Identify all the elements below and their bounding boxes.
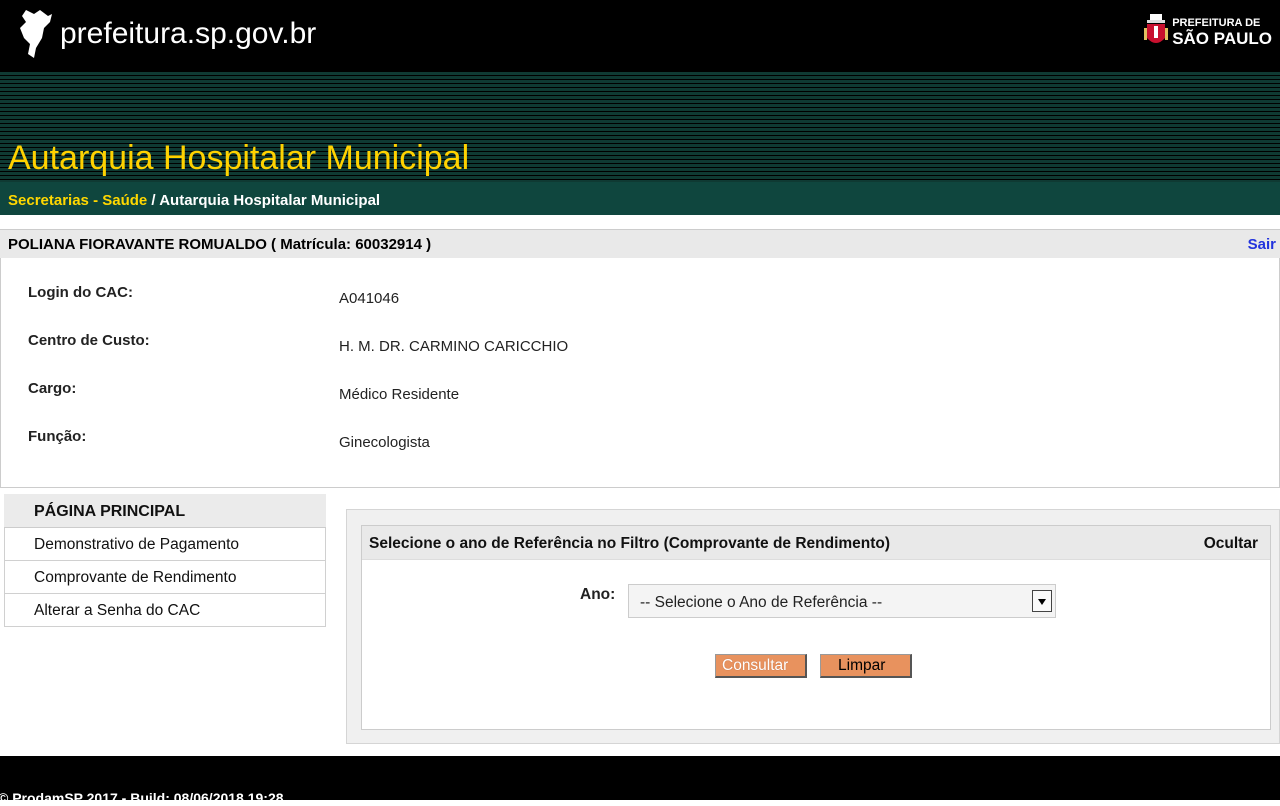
site-name: prefeitura.sp.gov.br — [60, 17, 317, 50]
city-name-line2: SÃO PAULO — [1172, 29, 1272, 48]
city-hall-logo[interactable]: PREFEITURA DE SÃO PAULO — [1144, 14, 1272, 48]
site-logo-link[interactable]: prefeitura.sp.gov.br — [18, 8, 316, 60]
info-label: Login do CAC: — [28, 284, 133, 301]
info-value: H. M. DR. CARMINO CARICCHIO — [339, 338, 569, 355]
dropdown-arrow-icon[interactable] — [1032, 590, 1052, 612]
info-value: Médico Residente — [339, 386, 460, 403]
info-row-role: Cargo: Médico Residente — [1, 380, 1280, 404]
info-label: Centro de Custo: — [28, 332, 150, 349]
sao-paulo-map-icon — [20, 10, 52, 58]
coat-of-arms-icon — [1144, 14, 1169, 43]
filter-header: Selecione o ano de Referência no Filtro … — [362, 526, 1270, 560]
clear-button[interactable]: Limpar — [820, 654, 912, 678]
info-value: Ginecologista — [339, 434, 430, 451]
year-select[interactable]: -- Selecione o Ano de Referência -- — [628, 584, 1056, 618]
main-content: Selecione o ano de Referência no Filtro … — [346, 509, 1280, 744]
year-label: Ano: — [580, 586, 616, 603]
info-label: Função: — [28, 428, 87, 445]
info-row-login: Login do CAC: A041046 — [1, 284, 1280, 308]
user-bar: POLIANA FIORAVANTE ROMUALDO ( Matrícula:… — [0, 229, 1280, 258]
menu-item-alterar-senha[interactable]: Alterar a Senha do CAC — [4, 594, 326, 627]
logout-link[interactable]: Sair — [1248, 236, 1276, 253]
breadcrumb-saude[interactable]: Saúde — [102, 192, 147, 209]
info-row-cost-center: Centro de Custo: H. M. DR. CARMINO CARIC… — [1, 332, 1280, 356]
user-info-panel: Login do CAC: A041046 Centro de Custo: H… — [0, 258, 1280, 488]
hide-filter-link[interactable]: Ocultar — [1204, 535, 1258, 553]
info-value: A041046 — [339, 290, 400, 307]
breadcrumb-separator: / — [147, 192, 160, 209]
menu-item-comprovante[interactable]: Comprovante de Rendimento — [4, 561, 326, 594]
footer-copyright: © ProdamSP 2017 - Build: 08/06/2018 19:2… — [0, 790, 284, 806]
consult-button[interactable]: Consultar — [715, 654, 807, 678]
top-header: prefeitura.sp.gov.br PREFEITURA DE SÃO P… — [0, 0, 1280, 72]
user-name: POLIANA FIORAVANTE ROMUALDO ( Matrícula:… — [8, 236, 432, 253]
info-row-function: Função: Ginecologista — [1, 428, 1280, 452]
side-menu: PÁGINA PRINCIPAL Demonstrativo de Pagame… — [4, 494, 326, 627]
menu-header[interactable]: PÁGINA PRINCIPAL — [4, 494, 326, 528]
breadcrumb-current: Autarquia Hospitalar Municipal — [159, 192, 381, 209]
filter-panel: Selecione o ano de Referência no Filtro … — [361, 525, 1271, 730]
page-banner: Autarquia Hospitalar Municipal — [0, 72, 1280, 182]
breadcrumb: Secretarias - Saúde / Autarquia Hospital… — [0, 182, 1280, 218]
page-title: Autarquia Hospitalar Municipal — [8, 139, 470, 177]
footer: © ProdamSP 2017 - Build: 08/06/2018 19:2… — [0, 756, 1280, 806]
breadcrumb-secretarias[interactable]: Secretarias — [8, 192, 89, 209]
filter-title: Selecione o ano de Referência no Filtro … — [369, 535, 891, 552]
year-select-value: -- Selecione o Ano de Referência -- — [640, 594, 883, 611]
menu-item-demonstrativo[interactable]: Demonstrativo de Pagamento — [4, 528, 326, 561]
info-label: Cargo: — [28, 380, 77, 397]
breadcrumb-separator: - — [88, 192, 103, 209]
